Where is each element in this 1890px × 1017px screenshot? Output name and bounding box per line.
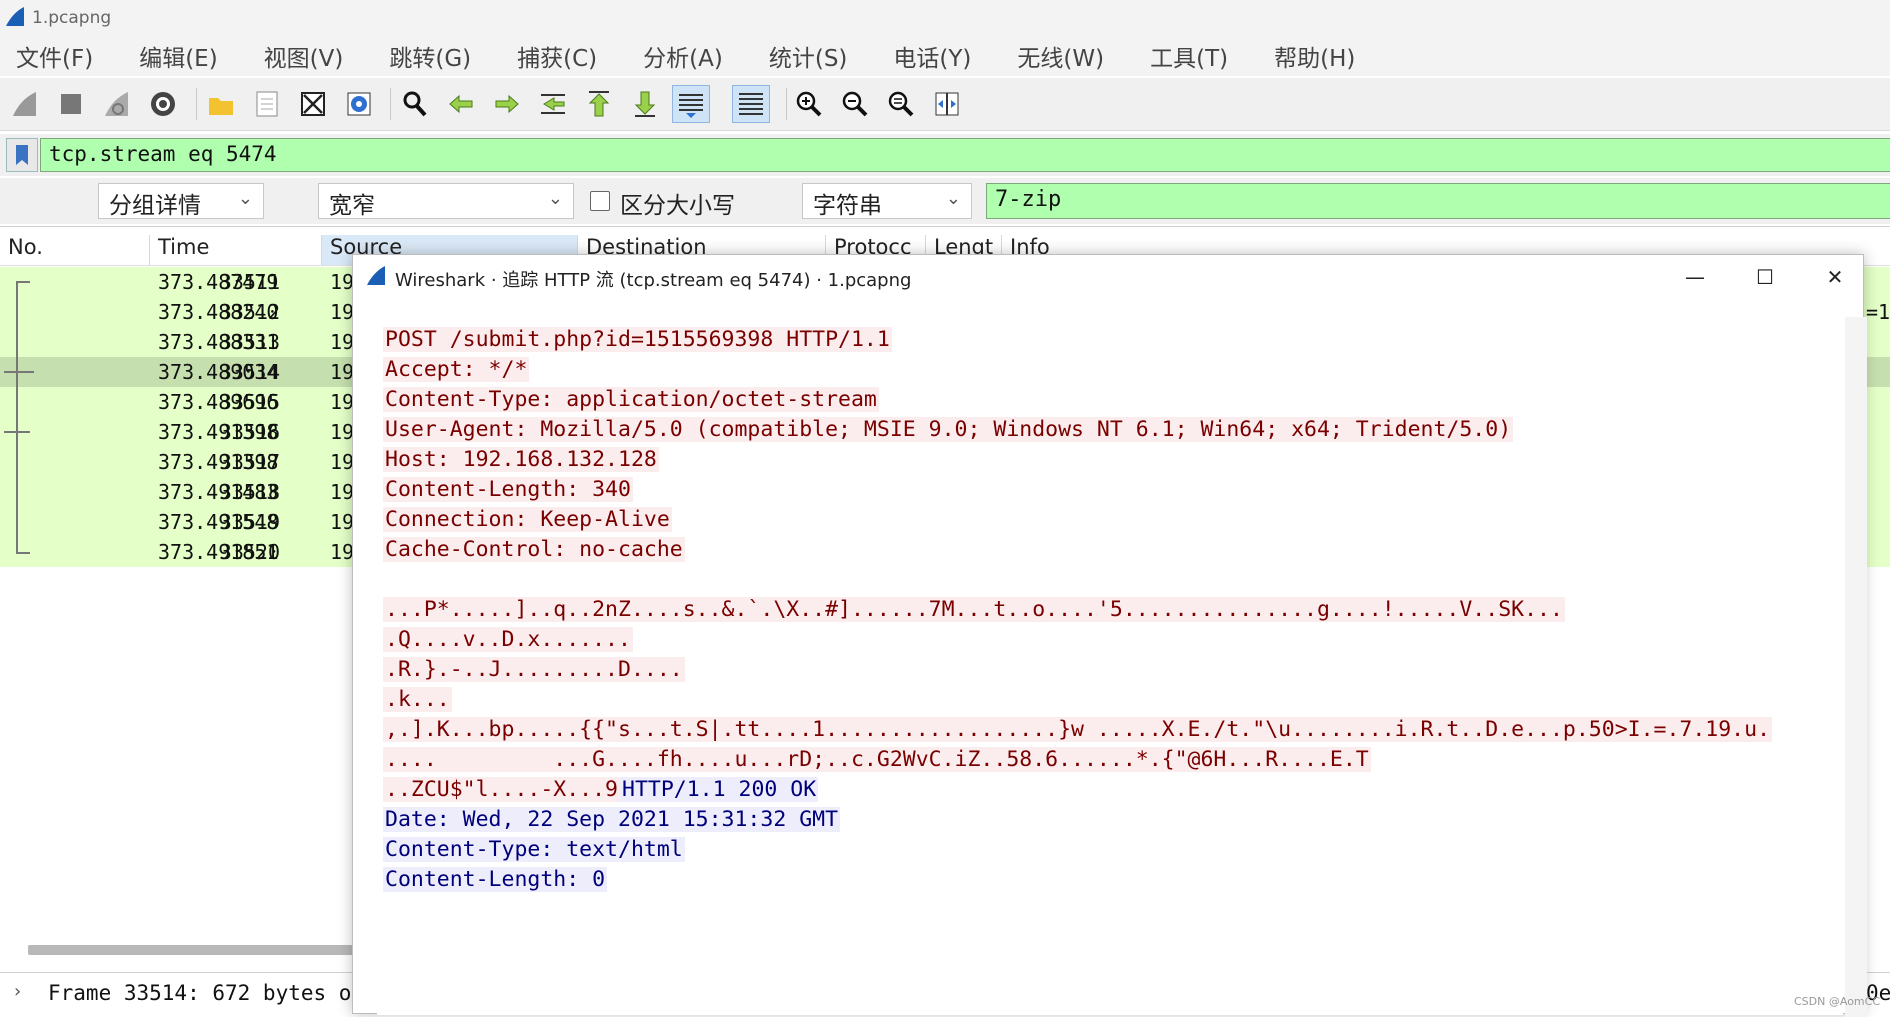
client-line: Content-Type: application/octet-stream — [383, 387, 879, 412]
follow-stream-dialog: Wireshark · 追踪 HTTP 流 (tcp.stream eq 547… — [352, 254, 1867, 1017]
char-width-select[interactable]: 宽窄 ⌄ — [318, 183, 574, 219]
server-line: Content-Type: text/html — [383, 837, 685, 862]
server-line: Content-Length: 0 — [383, 867, 608, 892]
goto-packet-icon[interactable] — [534, 85, 572, 123]
search-in-value: 分组详情 — [109, 193, 201, 219]
minimize-button[interactable]: — — [1671, 261, 1719, 293]
client-payload-line: ..ZCU$"l....-X...9 — [383, 777, 620, 802]
dialog-title: Wireshark · 追踪 HTTP 流 (tcp.stream eq 547… — [395, 270, 912, 291]
find-icon[interactable] — [396, 85, 434, 123]
shark-restart-icon[interactable] — [98, 85, 136, 123]
window-title: 1.pcapng — [32, 8, 112, 28]
frame-summary[interactable]: Frame 33514: 672 bytes on — [48, 981, 364, 1005]
wireshark-logo-icon — [6, 7, 24, 26]
menu-telephony[interactable]: 电话(Y) — [887, 39, 977, 73]
stop-icon[interactable] — [52, 85, 90, 123]
menu-analyze[interactable]: 分析(A) — [637, 39, 729, 73]
close-file-icon[interactable] — [294, 85, 332, 123]
colorize-icon[interactable] — [732, 85, 770, 123]
forward-icon[interactable] — [488, 85, 526, 123]
server-line: Date: Wed, 22 Sep 2021 15:31:32 GMT — [383, 807, 841, 832]
normal-size-icon[interactable] — [882, 85, 920, 123]
client-line: Host: 192.168.132.128 — [383, 447, 659, 472]
search-in-select[interactable]: 分组详情 ⌄ — [98, 183, 264, 219]
menu-file[interactable]: 文件(F) — [10, 39, 99, 73]
column-time[interactable]: Time — [150, 235, 322, 265]
display-filter-input[interactable]: tcp.stream eq 5474 — [40, 138, 1890, 172]
vertical-scrollbar[interactable] — [1845, 317, 1867, 1017]
find-packet-bar: 分组详情 ⌄ 宽窄 ⌄ 区分大小写 字符串 ⌄ 7-zip — [0, 178, 1890, 224]
client-line: Cache-Control: no-cache — [383, 537, 685, 562]
horizontal-scrollbar[interactable] — [28, 945, 358, 955]
request-arrow-icon — [4, 371, 34, 373]
shark-start-icon[interactable] — [6, 85, 44, 123]
client-line: User-Agent: Mozilla/5.0 (compatible; MSI… — [383, 417, 1514, 442]
close-button[interactable]: ✕ — [1811, 261, 1859, 293]
bookmark-icon[interactable] — [6, 138, 38, 172]
client-payload-line: ...P*.....]..q..2nZ....s..&.`.\X..#]....… — [383, 597, 1565, 622]
menu-go[interactable]: 跳转(G) — [383, 39, 477, 73]
menu-statistics[interactable]: 统计(S) — [763, 39, 854, 73]
chevron-down-icon: ⌄ — [547, 188, 563, 209]
client-line: Connection: Keep-Alive — [383, 507, 672, 532]
save-file-icon[interactable] — [248, 85, 286, 123]
zoom-out-icon[interactable] — [836, 85, 874, 123]
case-sensitive-label: 区分大小写 — [620, 193, 735, 219]
back-icon[interactable] — [442, 85, 480, 123]
client-payload-line: .Q....v..D.x....... — [383, 627, 633, 652]
chevron-down-icon: ⌄ — [945, 188, 961, 209]
expand-arrow-icon[interactable]: › — [14, 981, 21, 1002]
display-filter-bar: tcp.stream eq 5474 — [0, 134, 1890, 176]
capture-options-icon[interactable] — [144, 85, 182, 123]
zoom-in-icon[interactable] — [790, 85, 828, 123]
char-width-value: 宽窄 — [329, 193, 375, 219]
client-line: POST /submit.php?id=1515569398 HTTP/1.1 — [383, 327, 892, 352]
server-status-line: HTTP/1.1 200 OK — [620, 777, 819, 802]
chevron-down-icon: ⌄ — [237, 188, 253, 209]
dialog-titlebar: Wireshark · 追踪 HTTP 流 (tcp.stream eq 547… — [353, 255, 1863, 297]
column-no[interactable]: No. — [0, 235, 150, 265]
menu-capture[interactable]: 捕获(C) — [511, 39, 603, 73]
client-line: Accept: */* — [383, 357, 530, 382]
open-folder-icon[interactable] — [202, 85, 240, 123]
response-arrow-icon — [4, 431, 30, 433]
maximize-button[interactable]: ☐ — [1741, 261, 1789, 293]
search-type-select[interactable]: 字符串 ⌄ — [802, 183, 972, 219]
row-info-clip: =1 — [1866, 300, 1890, 324]
client-payload-line: .... ...G....fh....u...rD;..c.G2WvC.iZ..… — [383, 747, 1371, 772]
first-packet-icon[interactable] — [580, 85, 618, 123]
main-toolbar — [0, 78, 1890, 131]
search-type-value: 字符串 — [813, 193, 882, 219]
menu-view[interactable]: 视图(V) — [258, 39, 350, 73]
menu-bar: 文件(F) 编辑(E) 视图(V) 跳转(G) 捕获(C) 分析(A) 统计(S… — [0, 36, 1890, 76]
client-payload-line: .k... — [383, 687, 452, 712]
resize-columns-icon[interactable] — [928, 85, 966, 123]
menu-wireless[interactable]: 无线(W) — [1011, 39, 1110, 73]
client-blank-line — [383, 567, 387, 592]
reload-icon[interactable] — [340, 85, 378, 123]
client-line: Content-Length: 340 — [383, 477, 633, 502]
menu-tools[interactable]: 工具(T) — [1144, 39, 1234, 73]
stream-content[interactable]: POST /submit.php?id=1515569398 HTTP/1.1 … — [377, 317, 1867, 1017]
watermark: CSDN @AomCC — [1794, 995, 1880, 1008]
window-titlebar: 1.pcapng — [0, 0, 1890, 36]
autoscroll-icon[interactable] — [672, 85, 710, 123]
case-sensitive-checkbox[interactable] — [590, 191, 610, 211]
client-payload-line: .R.}.-..J.........D.... — [383, 657, 685, 682]
conversation-tree-line — [16, 281, 18, 553]
client-payload-line: ,.].K...bp.....{{"s...t.S|.tt....1......… — [383, 717, 1773, 742]
menu-edit[interactable]: 编辑(E) — [133, 39, 223, 73]
wireshark-logo-icon — [367, 266, 385, 285]
find-search-input[interactable]: 7-zip — [986, 183, 1890, 219]
menu-help[interactable]: 帮助(H) — [1268, 39, 1361, 73]
last-packet-icon[interactable] — [626, 85, 664, 123]
